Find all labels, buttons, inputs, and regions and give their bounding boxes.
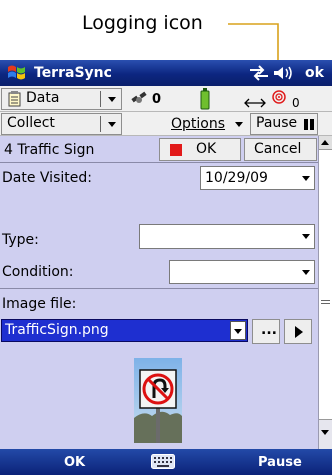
softkey-bar: OK Pause — [0, 449, 332, 475]
softkey-right-pause[interactable]: Pause — [258, 455, 302, 470]
toolbar-collect-row: Collect Options Pause — [0, 112, 332, 136]
browse-label: ... — [261, 322, 277, 338]
divider — [0, 162, 318, 163]
play-icon — [295, 326, 303, 338]
chevron-down-icon — [302, 270, 310, 275]
pause-icon — [304, 119, 308, 130]
range-arrow-icon — [244, 98, 266, 108]
cancel-label: Cancel — [254, 141, 302, 157]
volume-icon[interactable] — [272, 65, 294, 81]
scroll-thumb[interactable] — [319, 150, 332, 420]
vertical-scrollbar[interactable] — [318, 136, 332, 449]
connectivity-icon[interactable] — [248, 65, 270, 81]
satellite-icon[interactable] — [130, 91, 150, 109]
satellite-count: 0 — [152, 92, 162, 107]
attribute-form-panel: 4 Traffic Sign OK Cancel Date Visited: 1… — [0, 136, 318, 449]
toolbar-data-row: Data 0 0 — [0, 86, 332, 112]
chevron-down-icon — [108, 97, 116, 102]
thumb-grip — [321, 300, 330, 301]
chevron-down-icon — [234, 329, 242, 334]
notepad-icon — [8, 91, 21, 107]
feature-cancel-button[interactable]: Cancel — [244, 138, 317, 161]
options-label: Options — [171, 116, 226, 132]
feature-ok-button[interactable]: OK — [159, 138, 241, 161]
pause-label: Pause — [256, 115, 298, 131]
battery-icon[interactable] — [199, 88, 211, 110]
logging-count: 0 — [292, 96, 300, 110]
image-file-dropdown-arrow — [230, 321, 246, 340]
chevron-down-icon — [302, 234, 310, 239]
play-button[interactable] — [284, 319, 312, 344]
date-visited-field[interactable]: 10/29/09 — [200, 166, 315, 190]
scroll-down-button[interactable] — [319, 426, 332, 440]
date-visited-value: 10/29/09 — [205, 170, 268, 186]
logging-icon[interactable] — [272, 90, 286, 104]
divider — [0, 288, 318, 289]
image-file-value: TrafficSign.png — [5, 322, 109, 338]
chevron-down-icon — [108, 122, 116, 127]
softkey-left-ok[interactable]: OK — [64, 455, 85, 470]
scroll-up-button[interactable] — [319, 136, 332, 150]
type-label: Type: — [2, 232, 39, 248]
section-label: Data — [26, 90, 60, 106]
feature-name: 4 Traffic Sign — [4, 142, 95, 158]
section-dropdown-collect[interactable]: Collect — [1, 113, 122, 135]
chevron-down-icon — [302, 176, 310, 181]
windows-start-icon[interactable] — [6, 63, 28, 83]
image-file-dropdown[interactable]: TrafficSign.png — [1, 319, 248, 342]
date-visited-label: Date Visited: — [2, 170, 92, 186]
image-file-label: Image file: — [2, 296, 77, 312]
traffic-sign-photo[interactable] — [134, 358, 182, 443]
condition-dropdown[interactable] — [169, 260, 315, 284]
pause-icon-bar — [310, 119, 314, 130]
section-dropdown-data[interactable]: Data — [1, 88, 122, 110]
keyboard-icon[interactable] — [151, 454, 175, 469]
type-dropdown[interactable] — [139, 224, 315, 249]
chevron-down-icon — [235, 122, 243, 127]
dropdown-divider — [100, 91, 101, 107]
title-bar: TerraSync ok — [0, 60, 332, 86]
pause-button[interactable]: Pause — [250, 113, 318, 135]
stop-icon — [170, 144, 182, 156]
callout-area: Logging icon — [0, 0, 332, 64]
collect-label: Collect — [7, 115, 55, 131]
dropdown-divider — [100, 116, 101, 132]
titlebar-ok-button[interactable]: ok — [305, 65, 324, 81]
chevron-down-icon — [321, 430, 329, 435]
chevron-up-icon — [321, 140, 329, 145]
feature-header: 4 Traffic Sign OK Cancel — [0, 136, 318, 162]
ok-label: OK — [196, 141, 217, 157]
thumb-grip — [321, 303, 330, 304]
callout-leader-line — [228, 23, 279, 64]
options-menu-button[interactable]: Options — [167, 113, 248, 135]
app-title: TerraSync — [34, 65, 112, 81]
browse-button[interactable]: ... — [252, 319, 280, 344]
logging-icon-callout-label: Logging icon — [82, 12, 203, 34]
condition-label: Condition: — [2, 264, 74, 280]
